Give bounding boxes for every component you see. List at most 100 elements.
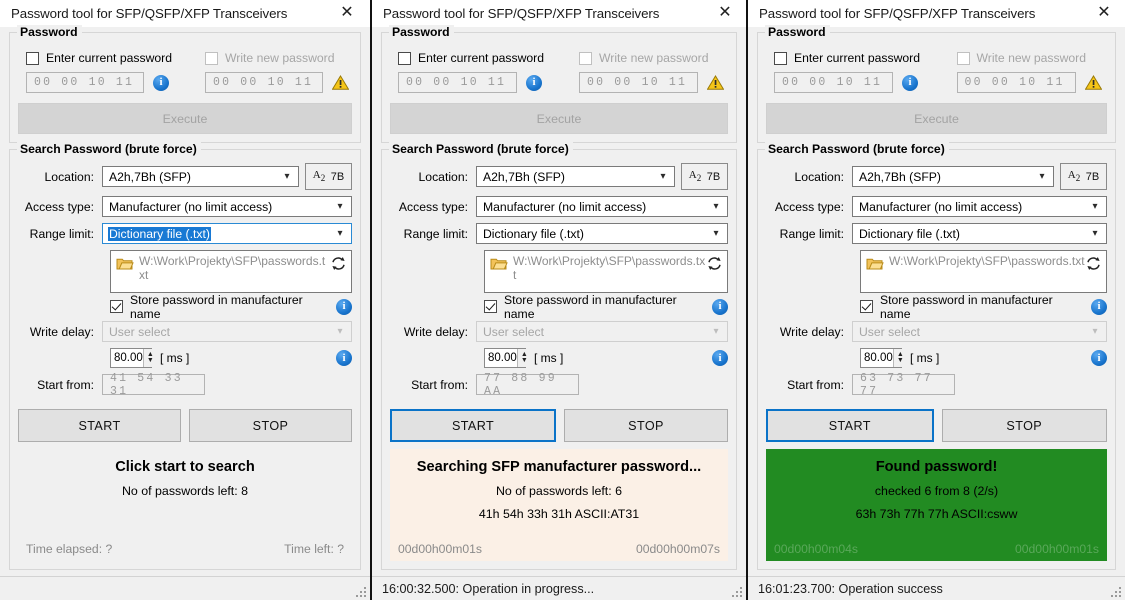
write-delay-select[interactable]: User select ▾ bbox=[852, 321, 1107, 342]
delay-spinner[interactable]: 80.00 ▲ ▼ bbox=[860, 348, 907, 368]
checkbox-box bbox=[398, 51, 411, 65]
range-limit-row: Range limit: Dictionary file (.txt) ▾ bbox=[766, 223, 1107, 244]
write-delay-value: User select bbox=[109, 324, 170, 339]
resize-grip-icon[interactable] bbox=[731, 586, 742, 597]
new-password-input[interactable]: 00 00 10 11 bbox=[205, 72, 323, 93]
info-icon[interactable]: i bbox=[712, 350, 728, 366]
location-select[interactable]: A2h,7Bh (SFP) ▾ bbox=[102, 166, 299, 187]
status-times: 00d00h00m04s 00d00h00m01s bbox=[774, 542, 1099, 556]
access-type-select[interactable]: Manufacturer (no limit access) ▾ bbox=[852, 196, 1107, 217]
delay-spinner[interactable]: 80.00 ▲ ▼ bbox=[110, 348, 157, 368]
spinner-arrows-icon[interactable]: ▲ ▼ bbox=[142, 349, 157, 367]
access-type-select[interactable]: Manufacturer (no limit access) ▾ bbox=[102, 196, 352, 217]
write-new-password-checkbox[interactable]: Write new password bbox=[205, 49, 352, 67]
delay-spinner[interactable]: 80.00 ▲ ▼ bbox=[484, 348, 531, 368]
current-password-input[interactable]: 00 00 10 11 bbox=[26, 72, 144, 93]
enter-current-password-checkbox[interactable]: Enter current password bbox=[398, 49, 559, 67]
warning-icon[interactable] bbox=[332, 75, 349, 90]
close-icon[interactable]: ✕ bbox=[334, 2, 360, 24]
enter-current-password-checkbox[interactable]: Enter current password bbox=[774, 49, 937, 67]
write-delay-select[interactable]: User select ▾ bbox=[102, 321, 352, 342]
store-password-checkbox[interactable] bbox=[860, 298, 873, 316]
close-icon[interactable]: ✕ bbox=[712, 2, 738, 24]
store-password-checkbox[interactable] bbox=[110, 298, 123, 316]
new-password-input[interactable]: 00 00 10 11 bbox=[579, 72, 698, 93]
execute-button[interactable]: Execute bbox=[18, 103, 352, 134]
store-password-checkbox[interactable] bbox=[484, 298, 497, 316]
start-from-input[interactable]: 63 73 77 77 bbox=[852, 372, 955, 398]
resize-grip-icon[interactable] bbox=[355, 586, 366, 597]
range-limit-label: Range limit: bbox=[779, 226, 844, 241]
write-delay-select[interactable]: User select ▾ bbox=[476, 321, 728, 342]
spinner-arrows-icon[interactable]: ▲ ▼ bbox=[892, 349, 907, 367]
range-limit-label: Range limit: bbox=[403, 226, 468, 241]
time-elapsed: Time elapsed: ? bbox=[26, 542, 113, 556]
status-line-1: No of passwords left: 8 bbox=[121, 484, 249, 498]
status-line-1: checked 6 from 8 (2/s) bbox=[874, 484, 999, 498]
info-icon[interactable]: i bbox=[1091, 350, 1107, 366]
dictionary-file-box[interactable]: W:\Work\Projekty\SFP\passwords.txt bbox=[484, 250, 728, 293]
start-button[interactable]: START bbox=[18, 409, 181, 442]
new-password-field-column: 00 00 10 11 bbox=[559, 72, 728, 93]
location-select[interactable]: A2h,7Bh (SFP) ▾ bbox=[852, 166, 1054, 187]
warning-icon[interactable] bbox=[1084, 75, 1102, 90]
range-limit-value: Dictionary file (.txt) bbox=[483, 226, 584, 241]
start-from-input[interactable]: 77 88 99 AA bbox=[476, 372, 579, 398]
info-icon[interactable]: i bbox=[336, 298, 352, 315]
location-value: A2h,7Bh (SFP) bbox=[859, 169, 941, 184]
page-indicator[interactable]: A2 7B bbox=[305, 163, 352, 190]
access-type-value: Manufacturer (no limit access) bbox=[483, 199, 647, 214]
write-new-password-checkbox[interactable]: Write new password bbox=[956, 49, 1108, 67]
start-from-row: Start from: 41 54 33 31 bbox=[18, 372, 352, 398]
current-password-input[interactable]: 00 00 10 11 bbox=[774, 72, 893, 93]
enter-current-password-checkbox[interactable]: Enter current password bbox=[26, 49, 185, 67]
checkbox-box bbox=[484, 300, 497, 313]
resize-grip-icon[interactable] bbox=[1110, 586, 1121, 597]
start-from-input[interactable]: 41 54 33 31 bbox=[102, 372, 205, 398]
current-password-input[interactable]: 00 00 10 11 bbox=[398, 72, 517, 93]
execute-button[interactable]: Execute bbox=[766, 103, 1107, 134]
range-limit-value: Dictionary file (.txt) bbox=[859, 226, 960, 241]
info-icon[interactable]: i bbox=[336, 350, 352, 366]
location-select[interactable]: A2h,7Bh (SFP) ▾ bbox=[476, 166, 675, 187]
new-password-input[interactable]: 00 00 10 11 bbox=[956, 72, 1076, 93]
page-indicator[interactable]: A2 7B bbox=[1060, 163, 1107, 190]
page-indicator[interactable]: A2 7B bbox=[681, 163, 728, 190]
range-limit-select[interactable]: Dictionary file (.txt) ▾ bbox=[476, 223, 728, 244]
refresh-icon[interactable] bbox=[1086, 256, 1101, 271]
info-icon[interactable]: i bbox=[902, 74, 918, 91]
range-limit-row: Range limit: Dictionary file (.txt) ▾ bbox=[390, 223, 728, 244]
write-new-password-checkbox[interactable]: Write new password bbox=[579, 49, 728, 67]
warning-icon[interactable] bbox=[707, 75, 724, 90]
stop-button[interactable]: STOP bbox=[564, 409, 728, 442]
spinner-arrows-icon[interactable]: ▲ ▼ bbox=[516, 349, 531, 367]
start-button[interactable]: START bbox=[766, 409, 934, 442]
info-icon[interactable]: i bbox=[1091, 298, 1107, 315]
write-delay-value: User select bbox=[483, 324, 544, 339]
info-icon[interactable]: i bbox=[526, 74, 542, 91]
write-delay-label: Write delay: bbox=[403, 324, 468, 339]
window-title: Password tool for SFP/QSFP/XFP Transceiv… bbox=[383, 6, 660, 21]
time-left: 00d00h00m01s bbox=[1014, 542, 1099, 556]
password-field-row: 00 00 10 11 i 00 00 10 11 bbox=[766, 72, 1107, 93]
write-delay-row: Write delay: User select ▾ bbox=[766, 321, 1107, 342]
dictionary-file-box[interactable]: W:\Work\Projekty\SFP\passwords.txt bbox=[860, 250, 1107, 293]
access-type-select[interactable]: Manufacturer (no limit access) ▾ bbox=[476, 196, 728, 217]
execute-button[interactable]: Execute bbox=[390, 103, 728, 134]
info-icon[interactable]: i bbox=[712, 298, 728, 315]
refresh-icon[interactable] bbox=[331, 256, 346, 271]
stop-button[interactable]: STOP bbox=[941, 409, 1107, 442]
stop-button[interactable]: STOP bbox=[189, 409, 352, 442]
range-limit-select[interactable]: Dictionary file (.txt) ▾ bbox=[852, 223, 1107, 244]
folder-icon bbox=[116, 256, 134, 271]
access-type-value: Manufacturer (no limit access) bbox=[109, 199, 273, 214]
info-icon[interactable]: i bbox=[153, 74, 169, 91]
start-button[interactable]: START bbox=[390, 409, 556, 442]
new-password-field-column: 00 00 10 11 bbox=[937, 72, 1108, 93]
range-limit-select[interactable]: Dictionary file (.txt) ▾ bbox=[102, 223, 352, 244]
close-icon[interactable]: ✕ bbox=[1091, 2, 1117, 24]
dictionary-file-box[interactable]: W:\Work\Projekty\SFP\passwords.txt bbox=[110, 250, 352, 293]
refresh-icon[interactable] bbox=[707, 256, 722, 271]
delay-unit-label: [ ms ] bbox=[160, 351, 190, 365]
search-group: Search Password (brute force) Location: … bbox=[9, 142, 361, 570]
